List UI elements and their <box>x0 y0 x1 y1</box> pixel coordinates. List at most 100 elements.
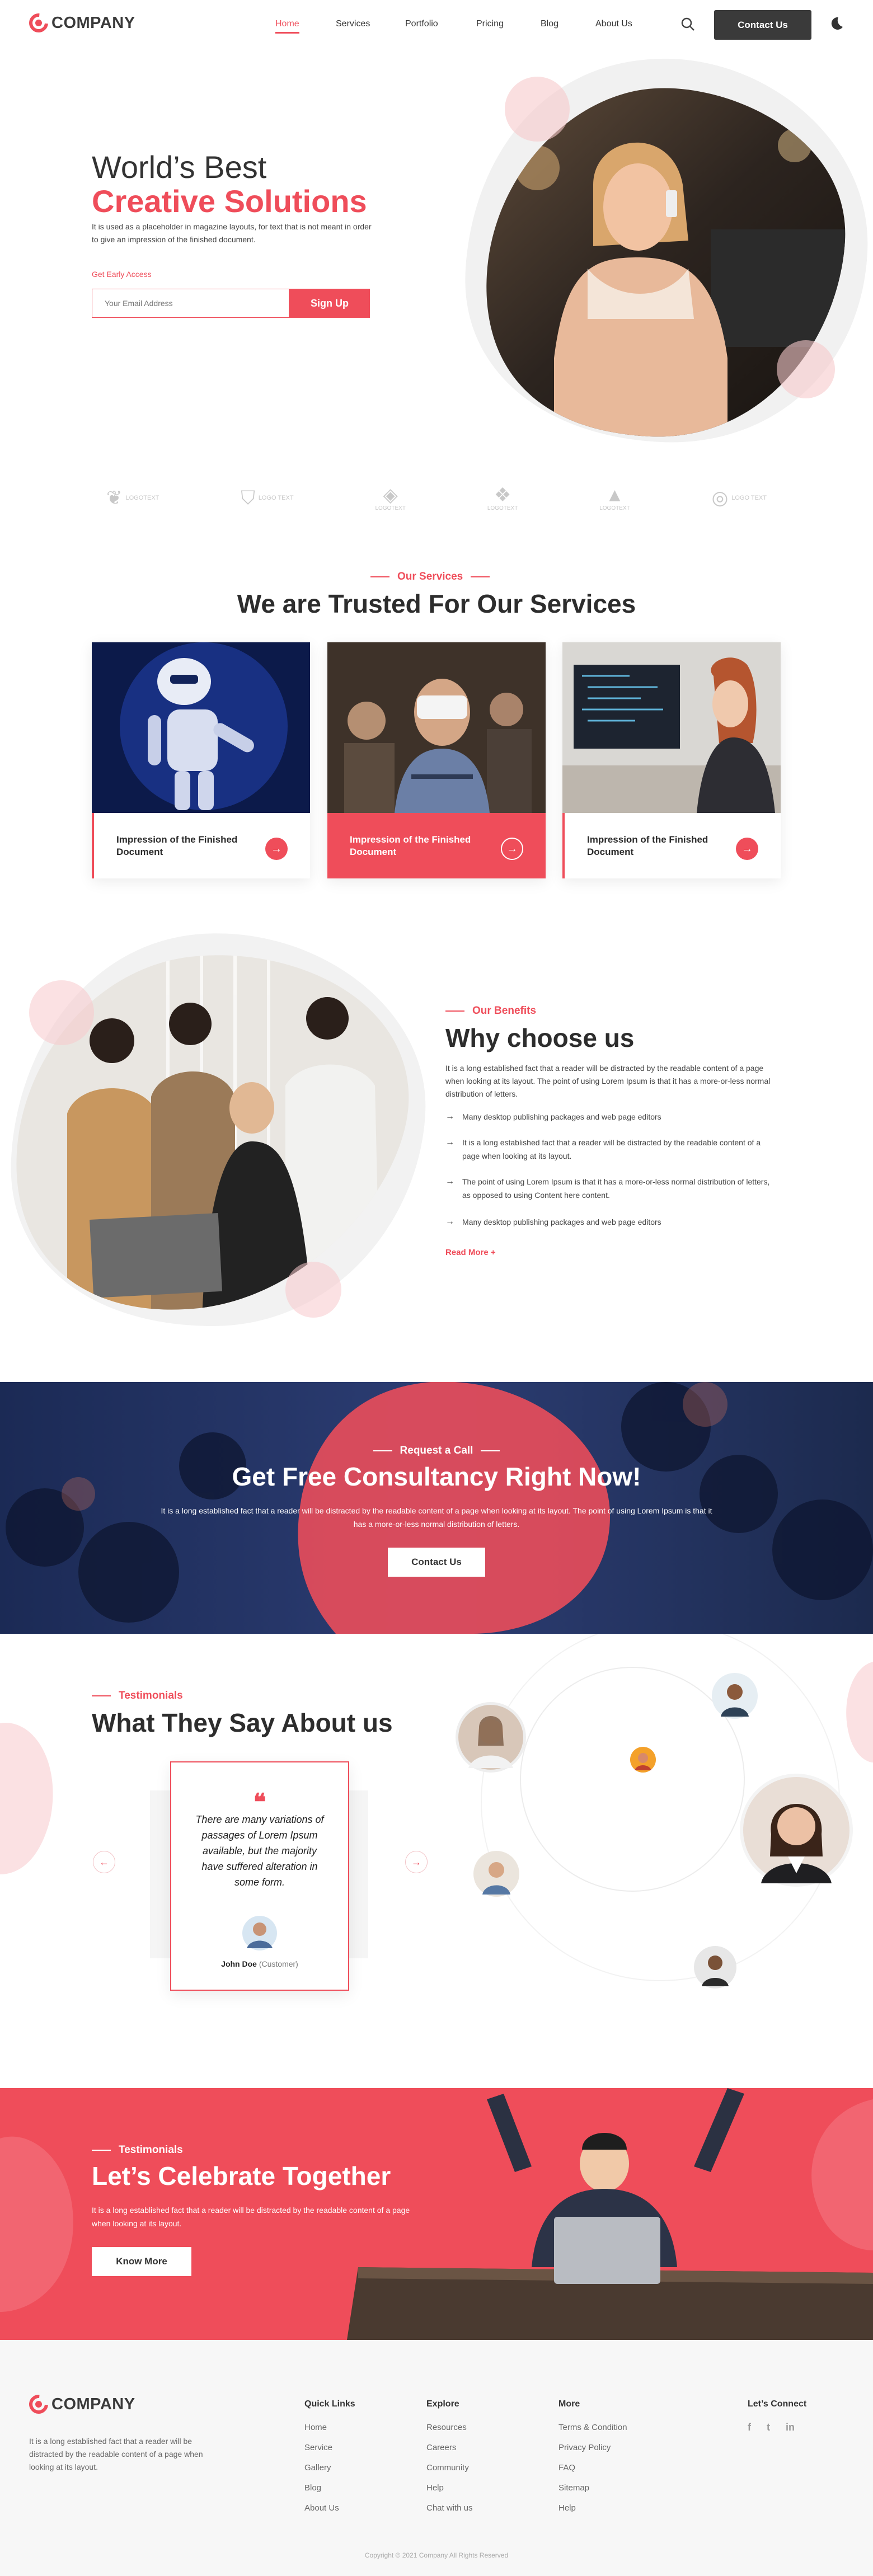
testimonials-title: What They Say About us <box>92 1708 393 1737</box>
service-card-2[interactable]: Impression of the Finished Document → <box>327 642 546 878</box>
footer-link[interactable]: Home <box>304 2423 327 2432</box>
site-footer: COMPANY It is a long established fact th… <box>0 2340 873 2576</box>
footer-link[interactable]: Privacy Policy <box>558 2443 611 2452</box>
triangle-logo-icon: ▲ <box>605 484 625 506</box>
circle-logo-icon: ◎ <box>711 487 729 509</box>
leaf-logo-icon: ❦ <box>106 487 123 509</box>
footer-heading: Quick Links <box>304 2399 355 2409</box>
footer-heading: Let’s Connect <box>748 2399 807 2409</box>
benefit-item: → It is a long established fact that a re… <box>445 1136 776 1163</box>
arrow-right-icon: → <box>445 1137 454 1147</box>
footer-link[interactable]: About Us <box>304 2503 339 2513</box>
footer-link[interactable]: Resources <box>426 2423 467 2432</box>
nav-about[interactable]: About Us <box>595 19 632 29</box>
arrow-right-icon[interactable]: → <box>736 838 758 860</box>
linkedin-icon[interactable]: in <box>786 2422 795 2433</box>
diamond-logo-icon: ◈ <box>383 484 398 506</box>
prev-arrow-icon[interactable]: ← <box>93 1851 115 1873</box>
email-input[interactable] <box>92 289 289 318</box>
nav-pricing[interactable]: Pricing <box>476 19 504 29</box>
brand-logo[interactable]: COMPANY <box>25 10 135 36</box>
footer-link[interactable]: Careers <box>426 2443 456 2452</box>
arrow-right-icon: → <box>445 1112 454 1121</box>
contact-us-button[interactable]: Contact Us <box>714 10 811 40</box>
benefits-title: Why choose us <box>445 1023 635 1052</box>
cta-contact-button[interactable]: Contact Us <box>388 1548 485 1577</box>
avatar <box>630 1747 656 1773</box>
footer-link[interactable]: Community <box>426 2463 469 2472</box>
facebook-icon[interactable]: f <box>748 2422 751 2433</box>
team-image <box>11 933 426 1326</box>
partner-logo-3: ◈ LOGOTEXT <box>375 484 406 511</box>
service-card-1[interactable]: Impression of the Finished Document → <box>92 642 310 878</box>
footer-heading: Explore <box>426 2399 459 2409</box>
cta-description: It is a long established fact that a rea… <box>161 1506 712 1529</box>
coding-image <box>562 642 781 813</box>
nav-services[interactable]: Services <box>336 19 370 29</box>
logo-mark-icon <box>25 2391 52 2418</box>
avatar <box>242 1916 277 1950</box>
arrow-right-icon: → <box>445 1177 454 1186</box>
service-card-title: Impression of the Finished Document <box>116 834 238 857</box>
benefit-item: → Many desktop publishing packages and we… <box>445 1215 776 1229</box>
cta-title: Get Free Consultancy Right Now! <box>232 1462 641 1491</box>
search-icon[interactable] <box>680 17 695 31</box>
avatar <box>712 1673 758 1719</box>
celebrate-eyebrow: Testimonials <box>92 2144 183 2156</box>
footer-link[interactable]: Service <box>304 2443 332 2452</box>
footer-link[interactable]: FAQ <box>558 2463 575 2472</box>
partner-logo-1: ❦ LOGOTEXT <box>106 487 159 509</box>
footer-link[interactable]: Terms & Condition <box>558 2423 627 2432</box>
arrow-right-icon[interactable]: → <box>501 838 523 860</box>
nav-home[interactable]: Home <box>275 19 299 34</box>
shield-logo-icon: ⛉ <box>241 487 255 509</box>
twitter-icon[interactable]: t <box>767 2422 770 2433</box>
footer-link[interactable]: Help <box>558 2503 576 2513</box>
dark-mode-icon[interactable] <box>828 16 844 31</box>
next-arrow-icon[interactable]: → <box>405 1851 428 1873</box>
partner-logos: ❦ LOGOTEXT ⛉ LOGO TEXT ◈ LOGOTEXT ❖ LOGOTEXT… <box>106 476 767 520</box>
arrow-right-icon[interactable]: → <box>265 838 288 860</box>
services-eyebrow: Our Services <box>370 571 490 583</box>
social-links: f t in <box>748 2422 795 2433</box>
site-header: COMPANY Home Services Portfolio Pricing … <box>0 0 873 50</box>
testimonial-author: John Doe (Customer) <box>221 1959 298 1968</box>
hero-title: World’s Best Creative Solutions <box>92 149 367 219</box>
robot-image <box>92 642 310 813</box>
footer-link[interactable]: Blog <box>304 2483 321 2493</box>
consultancy-banner: Request a Call Get Free Consultancy Righ… <box>0 1382 873 1634</box>
partner-logo-6: ◎ LOGO TEXT <box>711 487 767 509</box>
know-more-button[interactable]: Know More <box>92 2247 191 2276</box>
footer-link[interactable]: Help <box>426 2483 444 2493</box>
nav-portfolio[interactable]: Portfolio <box>405 19 438 29</box>
early-access-label: Get Early Access <box>92 270 152 279</box>
partner-logo-4: ❖ LOGOTEXT <box>487 484 518 511</box>
nav-blog[interactable]: Blog <box>541 19 558 29</box>
celebrate-description: It is a long established fact that a rea… <box>92 2206 410 2228</box>
footer-link[interactable]: Sitemap <box>558 2483 589 2493</box>
service-card-title: Impression of the Finished Document <box>587 834 708 857</box>
arrow-right-icon: → <box>445 1217 454 1226</box>
read-more-link[interactable]: Read More + <box>445 1248 496 1257</box>
sign-up-button[interactable]: Sign Up <box>289 289 370 318</box>
avatar <box>694 1946 736 1989</box>
celebrate-banner: Testimonials Let’s Celebrate Together It… <box>0 2088 873 2340</box>
footer-link[interactable]: Gallery <box>304 2463 331 2472</box>
hero-image <box>465 58 868 443</box>
benefits-description: It is a long established fact that a rea… <box>445 1064 771 1098</box>
testimonial-card: ❝ There are many variations of passages … <box>170 1761 349 1991</box>
vr-headset-image <box>327 642 546 813</box>
cta-eyebrow: Request a Call <box>0 1445 873 1457</box>
footer-logo[interactable]: COMPANY <box>25 2391 135 2418</box>
partner-logo-2: ⛉ LOGO TEXT <box>241 487 294 509</box>
partner-logo-5: ▲ LOGOTEXT <box>599 484 630 511</box>
copyright: Copyright © 2021 Company All Rights Rese… <box>364 2551 509 2559</box>
celebrate-title: Let’s Celebrate Together <box>92 2161 391 2190</box>
benefit-item: → Many desktop publishing packages and we… <box>445 1110 776 1124</box>
testimonial-quote: There are many variations of passages of… <box>195 1814 324 1888</box>
avatar <box>740 1774 853 1887</box>
benefit-item: → The point of using Lorem Ipsum is that … <box>445 1175 776 1202</box>
avatar <box>473 1851 519 1897</box>
service-card-3[interactable]: Impression of the Finished Document → <box>562 642 781 878</box>
footer-link[interactable]: Chat with us <box>426 2503 473 2513</box>
